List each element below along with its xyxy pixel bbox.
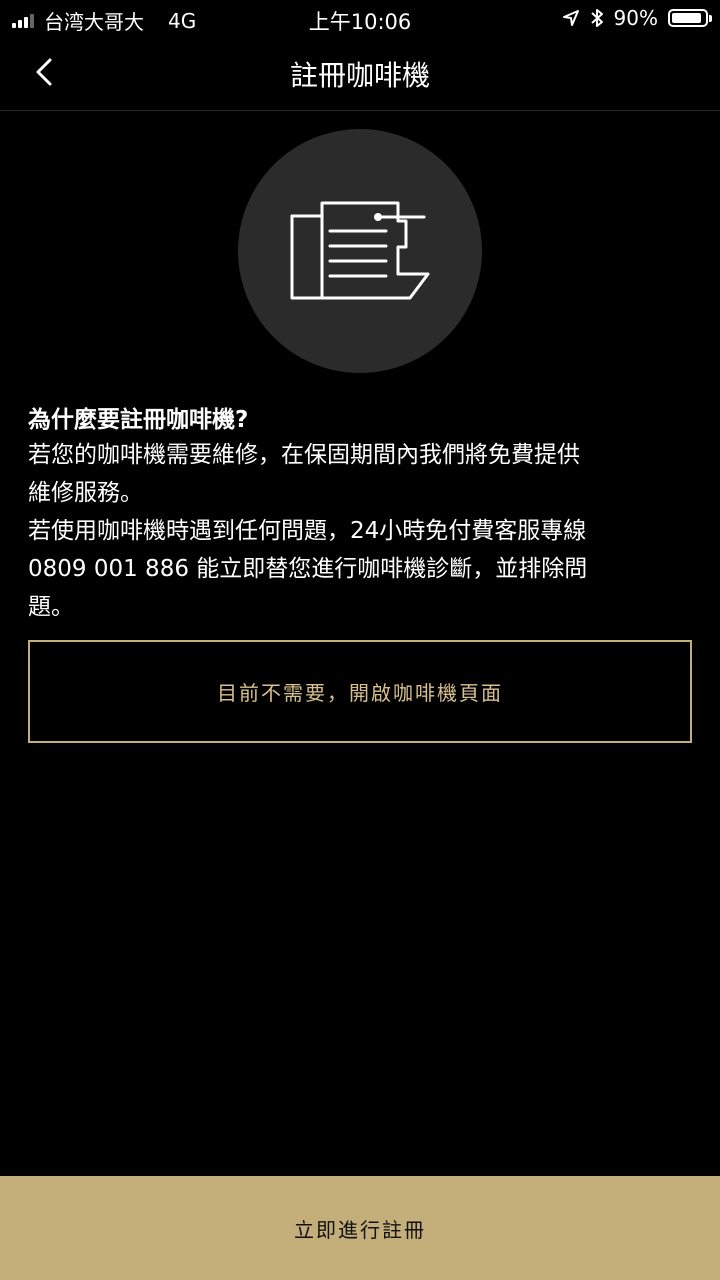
info-section: 為什麼要註冊咖啡機? 若您的咖啡機需要維修，在保固期間內我們將免費提供 維修服務…	[28, 404, 692, 626]
info-line: 0809 001 886 能立即替您進行咖啡機診斷，並排除問	[28, 556, 588, 582]
navigation-bar: 註冊咖啡機	[0, 36, 720, 111]
coffee-machine-icon	[290, 201, 430, 300]
status-right: 90%	[562, 6, 712, 30]
battery-fill	[672, 13, 701, 23]
register-now-button[interactable]: 立即進行註冊	[0, 1176, 720, 1280]
info-line: 若您的咖啡機需要維修，在保固期間內我們將免費提供	[28, 442, 580, 468]
coffee-machine-illustration	[238, 129, 482, 373]
battery-percent: 90%	[613, 6, 658, 30]
info-line: 維修服務。	[28, 480, 143, 506]
status-bar: 台湾大哥大 4G 上午10:06 90%	[0, 0, 720, 36]
bluetooth-icon	[590, 9, 603, 27]
location-icon	[562, 10, 579, 26]
info-paragraph: 若您的咖啡機需要維修，在保固期間內我們將免費提供 維修服務。 若使用咖啡機時遇到…	[28, 436, 692, 626]
info-heading: 為什麼要註冊咖啡機?	[28, 407, 249, 433]
page-title: 註冊咖啡機	[289, 59, 430, 92]
info-line: 若使用咖啡機時遇到任何問題，24小時免付費客服專線	[28, 518, 587, 544]
skip-registration-button[interactable]: 目前不需要，開啟咖啡機頁面	[28, 640, 692, 743]
register-coffee-machine-screen: 台湾大哥大 4G 上午10:06 90% 註冊咖啡機 為什麼要註冊咖啡機? 若您…	[0, 0, 720, 1280]
info-line: 題。	[28, 594, 74, 620]
battery-icon	[668, 9, 712, 27]
